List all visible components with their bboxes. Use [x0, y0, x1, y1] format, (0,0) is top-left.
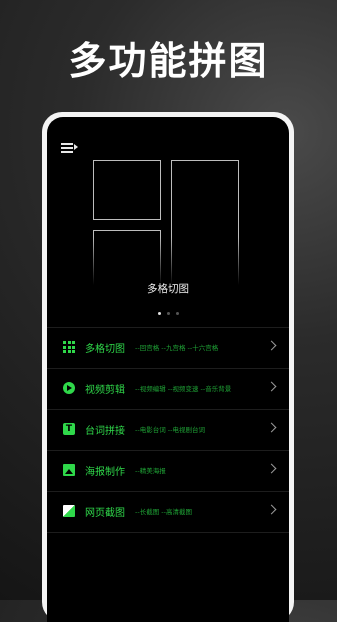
menu-item-webpage-screenshot[interactable]: 网页截图 --长截图 --高清截图 [55, 494, 281, 528]
pagination-dot[interactable] [175, 312, 179, 315]
divider [47, 409, 289, 410]
chevron-right-icon [266, 504, 277, 515]
banner-pagination[interactable] [47, 300, 289, 319]
menu-item-multi-grid[interactable]: 多格切图 --回宫格 --九宫格 --十六宫格 [55, 330, 281, 364]
divider [47, 491, 289, 492]
chevron-right-icon [266, 422, 277, 433]
menu-item-title: 多格切图 [85, 344, 125, 355]
chevron-right-icon [266, 381, 277, 392]
divider [47, 532, 289, 533]
divider [47, 450, 289, 451]
grid-cell [93, 160, 161, 220]
grid-icon [63, 341, 75, 353]
menu-item-video-edit[interactable]: 视频剪辑 --视频编辑 --视频变速 --音乐背景 [55, 371, 281, 405]
webpage-icon [63, 505, 75, 517]
menu-item-title: 海报制作 [85, 467, 125, 478]
menu-item-subtitle: --视频编辑 --视频变速 --音乐背景 [135, 385, 232, 393]
divider [47, 368, 289, 369]
video-icon [63, 382, 75, 394]
menu-icon[interactable] [61, 141, 79, 155]
phone-frame: 多格切图 多格切图 --回宫格 --九宫格 --十六宫格 视频剪辑 --视频编辑… [42, 112, 294, 622]
menu-item-title: 视频剪辑 [85, 385, 125, 396]
text-icon: T [63, 423, 75, 435]
promo-headline: 多功能拼图 [68, 39, 269, 83]
pagination-dot[interactable] [157, 312, 161, 315]
menu-item-subtitle: --回宫格 --九宫格 --十六宫格 [135, 344, 219, 352]
divider [47, 327, 289, 328]
chevron-right-icon [266, 463, 277, 474]
banner-label: 多格切图 [147, 283, 189, 295]
poster-icon [63, 464, 75, 476]
pagination-dot[interactable] [166, 312, 170, 315]
menu-item-subtitle: --电影台词 --电视剧台词 [135, 426, 205, 434]
chevron-right-icon [266, 340, 277, 351]
menu-item-subtitle: --长截图 --高清截图 [135, 508, 192, 516]
menu-item-poster[interactable]: 海报制作 --精美海报 [55, 453, 281, 487]
menu-item-subtitle: --精美海报 [135, 467, 166, 475]
menu-item-title: 网页截图 [85, 508, 125, 519]
menu-item-title: 台词拼接 [85, 426, 125, 437]
menu-item-lines-stitch[interactable]: T 台词拼接 --电影台词 --电视剧台词 [55, 412, 281, 446]
app-screen: 多格切图 多格切图 --回宫格 --九宫格 --十六宫格 视频剪辑 --视频编辑… [47, 117, 289, 622]
